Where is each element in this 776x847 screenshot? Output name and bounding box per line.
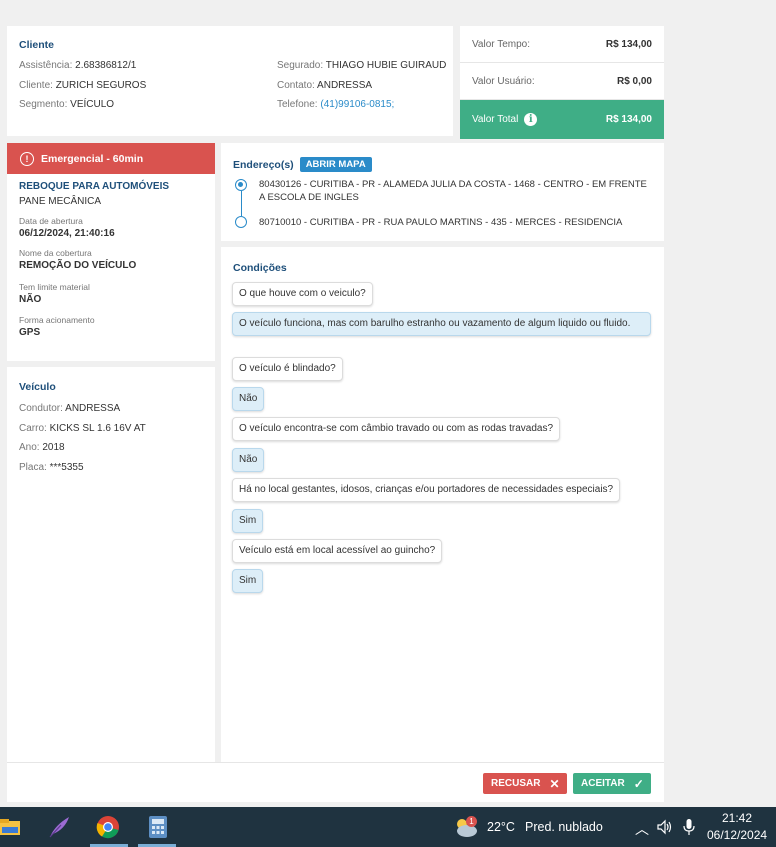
telefone-row: Telefone: (41)99106-0815; [277, 99, 395, 110]
valor-usuario-row: Valor Usuário: R$ 0,00 [460, 63, 664, 100]
destination-marker-icon [235, 216, 247, 228]
forma-label: Forma acionamento [19, 315, 95, 325]
assistencia-value: 2.68386812/1 [75, 60, 137, 71]
service-name: REBOQUE PARA AUTOMÓVEIS [19, 181, 170, 192]
alert-icon: ! [20, 151, 34, 166]
placa-row: Placa: ***5355 [19, 461, 84, 473]
cobertura-value: REMOÇÃO DO VEÍCULO [19, 260, 137, 271]
open-map-button[interactable]: ABRIR MAPA [299, 157, 372, 172]
refuse-button[interactable]: RECUSAR ✕ [483, 773, 567, 794]
condutor-value: ANDRESSA [65, 403, 121, 414]
clock-time[interactable]: 21:42 [722, 811, 752, 825]
answer-4: Sim [232, 509, 264, 533]
origin-marker-icon [235, 179, 247, 191]
abertura-value: 06/12/2024, 21:40:16 [19, 228, 115, 239]
telefone-link[interactable]: (41)99106-0815; [320, 99, 394, 110]
placa-value: ***5355 [49, 461, 84, 473]
question-1: O que houve com o veiculo? [232, 282, 373, 306]
valor-usuario-value: R$ 0,00 [616, 75, 652, 87]
segmento-row: Segmento: VEÍCULO [19, 99, 115, 110]
destination-address: 80710010 - CURITIBA - PR - RUA PAULO MAR… [259, 217, 623, 228]
chevron-up-icon[interactable]: ︿ [635, 819, 649, 839]
question-3: O veículo encontra-se com câmbio travado… [232, 417, 561, 441]
assistencia-row: Assistência: 2.68386812/1 [19, 60, 137, 71]
conditions-card: Condições O que houve com o veiculo? O v… [221, 247, 664, 762]
speaker-icon[interactable] [656, 819, 672, 835]
actions-bar: RECUSAR ✕ ACEITAR ✓ [7, 762, 664, 802]
emergency-banner: ! Emergencial - 60min [7, 143, 215, 174]
question-2: O veículo é blindado? [232, 357, 343, 381]
valor-total-value: R$ 134,00 [605, 114, 652, 125]
values-card: Valor Tempo: R$ 134,00 Valor Usuário: R$ 0… [460, 26, 664, 139]
emergency-label: Emergencial - 60min [41, 152, 144, 165]
client-section-title: Cliente [19, 39, 55, 51]
limite-label: Tem limite material [19, 282, 90, 292]
file-explorer-icon[interactable] [0, 815, 20, 839]
microphone-icon[interactable] [683, 819, 695, 836]
feather-app-icon[interactable] [47, 815, 71, 839]
answer-3: Não [232, 448, 265, 472]
answer-1: O veículo funciona, mas com barulho estr… [232, 312, 651, 336]
carro-value: KICKS SL 1.6 16V AT [49, 422, 146, 434]
segmento-value: VEÍCULO [70, 99, 115, 110]
valor-total-row: Valor Total i R$ 134,00 [460, 100, 664, 139]
address-section-title: Endereço(s) [233, 158, 294, 171]
condutor-row: Condutor: ANDRESSA [19, 403, 121, 414]
question-5: Veículo está em local acessível ao guinc… [232, 539, 443, 563]
segurado-value: THIAGO HUBIE GUIRAUD [325, 60, 447, 71]
clock-date[interactable]: 06/12/2024 [707, 828, 767, 842]
forma-value: GPS [19, 327, 41, 338]
check-icon: ✓ [633, 776, 644, 791]
client-card: Cliente Assistência: 2.68386812/1 Client… [7, 26, 453, 136]
vehicle-card: Veículo Condutor: ANDRESSA Carro: KICKS … [7, 367, 215, 762]
cliente-value: ZURICH SEGUROS [55, 79, 147, 91]
calculator-icon[interactable] [146, 815, 170, 839]
close-icon: ✕ [549, 776, 560, 791]
cobertura-label: Nome da cobertura [19, 248, 92, 258]
weather-text[interactable]: Pred. nublado [525, 820, 603, 834]
conditions-section-title: Condições [233, 262, 287, 274]
answer-2: Não [232, 387, 265, 411]
chrome-icon[interactable] [96, 815, 120, 839]
question-4: Há no local gestantes, idosos, crianças … [232, 478, 621, 502]
origin-address: 80430126 - CURITIBA - PR - ALAMEDA JULIA… [259, 179, 647, 203]
ano-value: 2018 [42, 442, 65, 453]
limite-value: NÃO [19, 294, 42, 305]
info-icon[interactable]: i [524, 113, 538, 126]
route-line [240, 191, 242, 216]
segurado-row: Segurado: THIAGO HUBIE GUIRAUD [277, 60, 447, 71]
service-type: PANE MECÂNICA [19, 196, 102, 207]
contato-row: Contato: ANDRESSA [277, 79, 373, 91]
abertura-label: Data de abertura [19, 216, 83, 226]
cliente-row: Cliente: ZURICH SEGUROS [19, 79, 147, 91]
service-card: ! Emergencial - 60min REBOQUE PARA AUTOM… [7, 143, 215, 361]
valor-tempo-value: R$ 134,00 [605, 38, 652, 50]
ano-row: Ano: 2018 [19, 442, 65, 453]
carro-row: Carro: KICKS SL 1.6 16V AT [19, 422, 146, 434]
accept-button[interactable]: ACEITAR ✓ [573, 773, 651, 794]
contato-value: ANDRESSA [317, 79, 373, 91]
valor-tempo-row: Valor Tempo: R$ 134,00 [460, 26, 664, 63]
weather-badge: 1 [466, 816, 477, 827]
temperature[interactable]: 22°C [487, 820, 515, 834]
windows-taskbar: 1 22°C Pred. nublado ︿ 21:42 06/12/2024 [0, 807, 776, 847]
vehicle-section-title: Veículo [19, 381, 56, 393]
answer-5: Sim [232, 569, 264, 593]
address-card: Endereço(s) ABRIR MAPA 80430126 - CURITI… [221, 143, 664, 241]
